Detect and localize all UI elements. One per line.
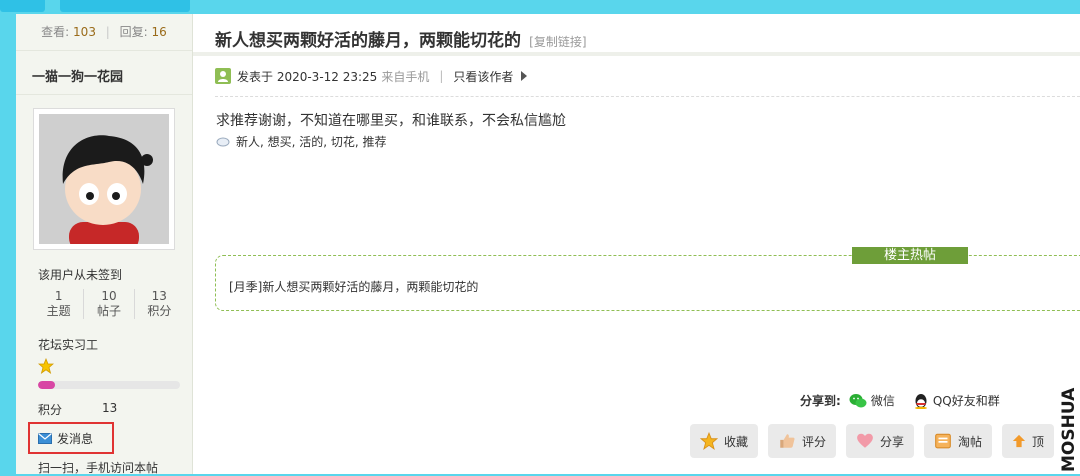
author-username[interactable]: 一猫一狗一花园 [32,66,123,85]
meta-separator: | [439,69,444,83]
author-counts: 1 主题 10 帖子 13 积分 [34,289,184,319]
divider [16,94,192,95]
count-topics[interactable]: 1 主题 [34,289,85,319]
post-date: 发表于 2020-3-12 23:25 [237,69,378,84]
level-progress-fill [38,381,56,389]
post-actions: 收藏 评分 分享 淘帖 顶 [690,424,1054,458]
post-source: 来自手机 [381,69,430,84]
count-value: 10 [101,289,117,303]
svg-text:MOSHUA: MOSHUA [1059,387,1079,472]
count-value: 13 [151,289,167,303]
level-progress-bar [38,381,180,389]
top-nav-tab[interactable] [60,0,190,12]
rate-button[interactable]: 评分 [768,424,836,458]
count-posts[interactable]: 10 帖子 [84,289,135,319]
share-label-button: 分享 [880,434,905,449]
thumbs-up-icon [780,434,795,448]
hot-posts-title: 楼主热帖 [852,247,968,264]
thread-stats: 查看: 103 | 回复: 16 [16,14,192,51]
count-value: 1 [54,289,63,303]
rate-label: 评分 [802,434,827,449]
divider [193,52,1080,56]
author-sidebar: 查看: 103 | 回复: 16 一猫一狗一花园 该用户从未签到 1 主题 10… [16,14,193,475]
user-rank[interactable]: 花坛实习工 [38,336,98,353]
star-icon [700,432,718,450]
post-content: 求推荐谢谢，不知道在哪里买，和谁联系，不会私信尴尬 [216,113,566,129]
send-message-label: 发消息 [57,431,94,446]
views-count: 103 [73,25,96,39]
avatar[interactable] [33,108,175,250]
replies-label: 回复: [119,25,148,39]
tag-icon [216,137,230,146]
count-label: 帖子 [96,304,121,318]
envelope-icon [38,432,52,444]
user-icon [215,68,231,84]
share-qq-label: QQ好友和群 [932,394,1000,408]
top-nav-tab[interactable] [0,0,45,12]
collect-button[interactable]: 淘帖 [924,424,992,458]
signin-status: 该用户从未签到 [38,268,123,282]
post-title-row: 新人想买两颗好活的藤月，两颗能切花的 [复制链接] [215,26,587,51]
avatar-image [39,114,169,244]
view-author-only-link[interactable]: 只看该作者 [453,68,513,85]
replies-count: 16 [151,25,167,39]
share-wechat-button[interactable]: 微信 [849,392,895,409]
share-button[interactable]: 分享 [846,424,914,458]
post-tags: 新人, 想买, 活的, 切花, 推荐 [216,133,387,150]
watermark: MOSHUA [1059,387,1079,472]
share-bar: 分享到: 微信 QQ好友和群 [800,392,1018,409]
count-points[interactable]: 13 积分 [135,289,184,319]
favorite-button[interactable]: 收藏 [690,424,758,458]
score-label: 积分 [38,403,63,417]
count-label: 主题 [46,304,71,318]
post-main: 新人想买两颗好活的藤月，两颗能切花的 [复制链接] 发表于 2020-3-12 … [193,14,1080,474]
score-value: 13 [102,401,118,415]
post-title: 新人想买两颗好活的藤月，两颗能切花的 [215,31,521,51]
stats-separator: | [105,25,110,39]
qq-icon [914,393,927,409]
bump-button[interactable]: 顶 [1002,424,1054,458]
send-message-button[interactable]: 发消息 [28,422,114,454]
scan-qr-text: 扫一扫，手机访问本帖 [38,461,159,475]
divider [215,96,1080,97]
hot-post-link[interactable]: [月季]新人想买两颗好活的藤月，两颗能切花的 [229,278,478,295]
arrow-right-icon[interactable] [521,71,528,81]
share-qq-button[interactable]: QQ好友和群 [913,392,1000,409]
arrow-up-icon [1012,434,1026,448]
heart-icon [857,433,873,448]
share-wechat-label: 微信 [870,394,895,408]
copy-link-button[interactable]: [复制链接] [529,35,586,49]
wechat-icon [849,393,867,407]
post-meta: 发表于 2020-3-12 23:25 来自手机 | 只看该作者 [215,66,528,86]
favorite-label: 收藏 [724,434,749,449]
views-label: 查看: [41,25,70,39]
count-label: 积分 [147,304,172,318]
star-icon [38,358,54,374]
tag-list[interactable]: 新人, 想买, 活的, 切花, 推荐 [236,133,387,150]
inbox-icon [935,433,951,449]
collect-label: 淘帖 [958,434,983,449]
share-label: 分享到: [800,394,841,408]
bump-label: 顶 [1031,434,1044,449]
